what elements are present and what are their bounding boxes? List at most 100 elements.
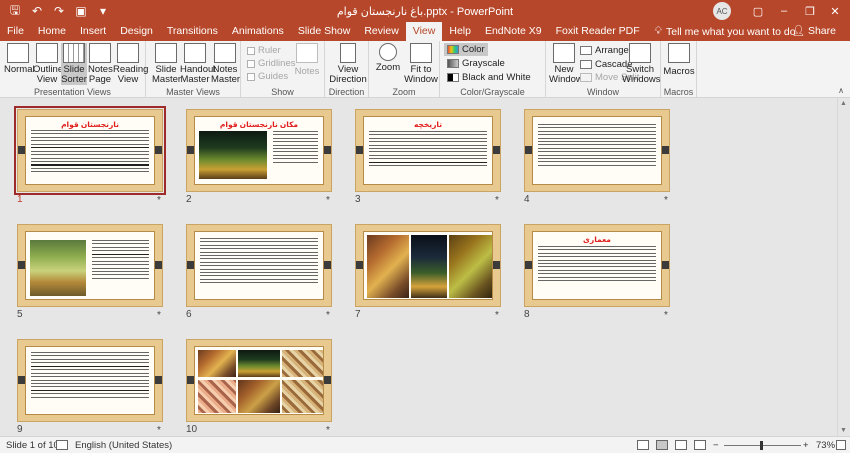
restore-icon[interactable]: ❐: [797, 0, 823, 22]
tab-design[interactable]: Design: [113, 22, 160, 41]
tile-photo: [282, 350, 323, 377]
reading-view-icon: [117, 43, 139, 63]
ribbon-display-options-icon[interactable]: ▢: [745, 0, 771, 22]
slide-thumbnail-9[interactable]: [17, 339, 163, 422]
collapse-ribbon-icon[interactable]: ∧: [838, 86, 844, 95]
undo-icon[interactable]: ↶: [30, 4, 44, 18]
slide-thumbnail-3[interactable]: تاریخچه: [355, 109, 501, 192]
slide-number: 10: [186, 424, 198, 435]
zoom-button[interactable]: Zoom: [373, 43, 403, 73]
transition-star-icon[interactable]: *: [664, 310, 668, 321]
reading-view-button[interactable]: Reading View: [113, 43, 148, 85]
transition-star-icon[interactable]: *: [326, 425, 330, 436]
transition-star-icon[interactable]: *: [326, 195, 330, 206]
save-icon[interactable]: 🖫: [8, 3, 22, 18]
notes-page-button[interactable]: Notes Page: [88, 43, 113, 85]
slide-thumbnail-7[interactable]: [355, 224, 501, 307]
tab-endnote[interactable]: EndNote X9: [478, 22, 549, 41]
slide-sorter-status-icon[interactable]: [656, 440, 668, 450]
fit-slide-icon[interactable]: [836, 440, 846, 450]
switch-windows-button[interactable]: Switch Windows: [622, 43, 661, 85]
macros-button[interactable]: Macros: [663, 43, 695, 77]
tab-insert[interactable]: Insert: [73, 22, 113, 41]
notes-master-button[interactable]: Notes Master: [211, 43, 240, 85]
fit-to-window-icon: [410, 43, 432, 63]
notes-button[interactable]: Notes: [293, 43, 321, 77]
new-window-icon: [553, 43, 575, 63]
slide-thumbnail-10[interactable]: [186, 339, 332, 422]
slide-title: معماری: [583, 235, 611, 244]
scroll-up-icon[interactable]: ▲: [840, 100, 847, 107]
transition-star-icon[interactable]: *: [495, 310, 499, 321]
color-button[interactable]: Color: [444, 43, 488, 56]
avatar[interactable]: AC: [713, 2, 731, 20]
ruler-checkbox[interactable]: Ruler: [247, 45, 281, 56]
slide-thumbnail-5[interactable]: [17, 224, 163, 307]
customize-qat-icon[interactable]: ▾: [96, 4, 110, 18]
tab-file[interactable]: File: [0, 22, 31, 41]
tell-me-text: Tell me what you want to do: [665, 25, 796, 38]
tell-me-box[interactable]: 💡︎ Tell me what you want to do: [655, 25, 796, 38]
group-direction: View Direction Direction: [325, 41, 369, 98]
transition-star-icon[interactable]: *: [157, 310, 161, 321]
transition-star-icon[interactable]: *: [664, 195, 668, 206]
slide-title: تاریخچه: [413, 120, 443, 129]
notes-icon: [296, 43, 318, 63]
zoom-slider-thumb[interactable]: [760, 441, 763, 450]
notes-page-icon: [89, 43, 111, 63]
slide-thumbnail-6[interactable]: [186, 224, 332, 307]
normal-view-status-icon[interactable]: [637, 440, 649, 450]
zoom-out-button[interactable]: −: [713, 440, 719, 451]
garden-photo: [238, 350, 280, 377]
zoom-level[interactable]: 73%: [816, 440, 835, 451]
vertical-scrollbar[interactable]: ▲ ▼: [837, 98, 850, 436]
gridlines-checkbox[interactable]: Gridlines: [247, 58, 296, 69]
close-icon[interactable]: ✕: [822, 0, 848, 22]
guides-checkbox[interactable]: Guides: [247, 71, 288, 82]
minimize-icon[interactable]: –: [771, 0, 797, 22]
transition-star-icon[interactable]: *: [326, 310, 330, 321]
reading-view-status-icon[interactable]: [675, 440, 687, 450]
normal-view-button[interactable]: Normal: [4, 43, 35, 75]
scroll-down-icon[interactable]: ▼: [840, 427, 847, 434]
language-indicator[interactable]: English (United States): [75, 440, 172, 451]
handout-master-button[interactable]: Handout Master: [180, 43, 216, 85]
tab-view[interactable]: View: [405, 22, 443, 41]
zoom-in-button[interactable]: +: [803, 440, 809, 451]
present-icon[interactable]: ▣: [74, 4, 88, 18]
tab-transitions[interactable]: Transitions: [160, 22, 225, 41]
slide-sorter-pane: نارنجستان قوام 1 * مکان نارنجستان قوام 2…: [0, 98, 850, 436]
slide-number: 5: [17, 309, 23, 320]
tab-home[interactable]: Home: [31, 22, 73, 41]
slide-thumbnail-4[interactable]: [524, 109, 670, 192]
arrange-all-icon: [580, 46, 592, 55]
transition-star-icon[interactable]: *: [157, 195, 161, 206]
spelling-icon[interactable]: [56, 440, 68, 450]
tab-slide-show[interactable]: Slide Show: [291, 22, 358, 41]
slide-sorter-icon: [63, 43, 85, 63]
garden-night-photo: [411, 235, 447, 298]
outline-view-button[interactable]: Outline View: [33, 43, 63, 85]
share-button[interactable]: 👤︎ Share: [792, 22, 836, 41]
tab-review[interactable]: Review: [357, 22, 405, 41]
transition-star-icon[interactable]: *: [157, 425, 161, 436]
slide-thumbnail-8[interactable]: معماری: [524, 224, 670, 307]
slide-sorter-button[interactable]: Slide Sorter: [61, 43, 87, 85]
handout-master-icon: [184, 43, 206, 63]
view-direction-button[interactable]: View Direction: [329, 43, 367, 85]
color-icon: [447, 45, 459, 54]
transition-star-icon[interactable]: *: [495, 195, 499, 206]
slide-thumbnail-2[interactable]: مکان نارنجستان قوام: [186, 109, 332, 192]
grayscale-button[interactable]: Grayscale: [447, 58, 505, 69]
tab-animations[interactable]: Animations: [225, 22, 291, 41]
tab-help[interactable]: Help: [442, 22, 478, 41]
fit-to-window-button[interactable]: Fit to Window: [404, 43, 438, 85]
new-window-button[interactable]: New Window: [549, 43, 583, 85]
redo-icon[interactable]: ↷: [52, 4, 66, 18]
interior-photo: [238, 380, 280, 413]
slide-thumbnail-1[interactable]: نارنجستان قوام: [14, 106, 166, 195]
slide-show-status-icon[interactable]: [694, 440, 706, 450]
slide-master-button[interactable]: Slide Master: [152, 43, 181, 85]
tab-foxit[interactable]: Foxit Reader PDF: [549, 22, 647, 41]
black-and-white-button[interactable]: Black and White: [447, 72, 531, 83]
